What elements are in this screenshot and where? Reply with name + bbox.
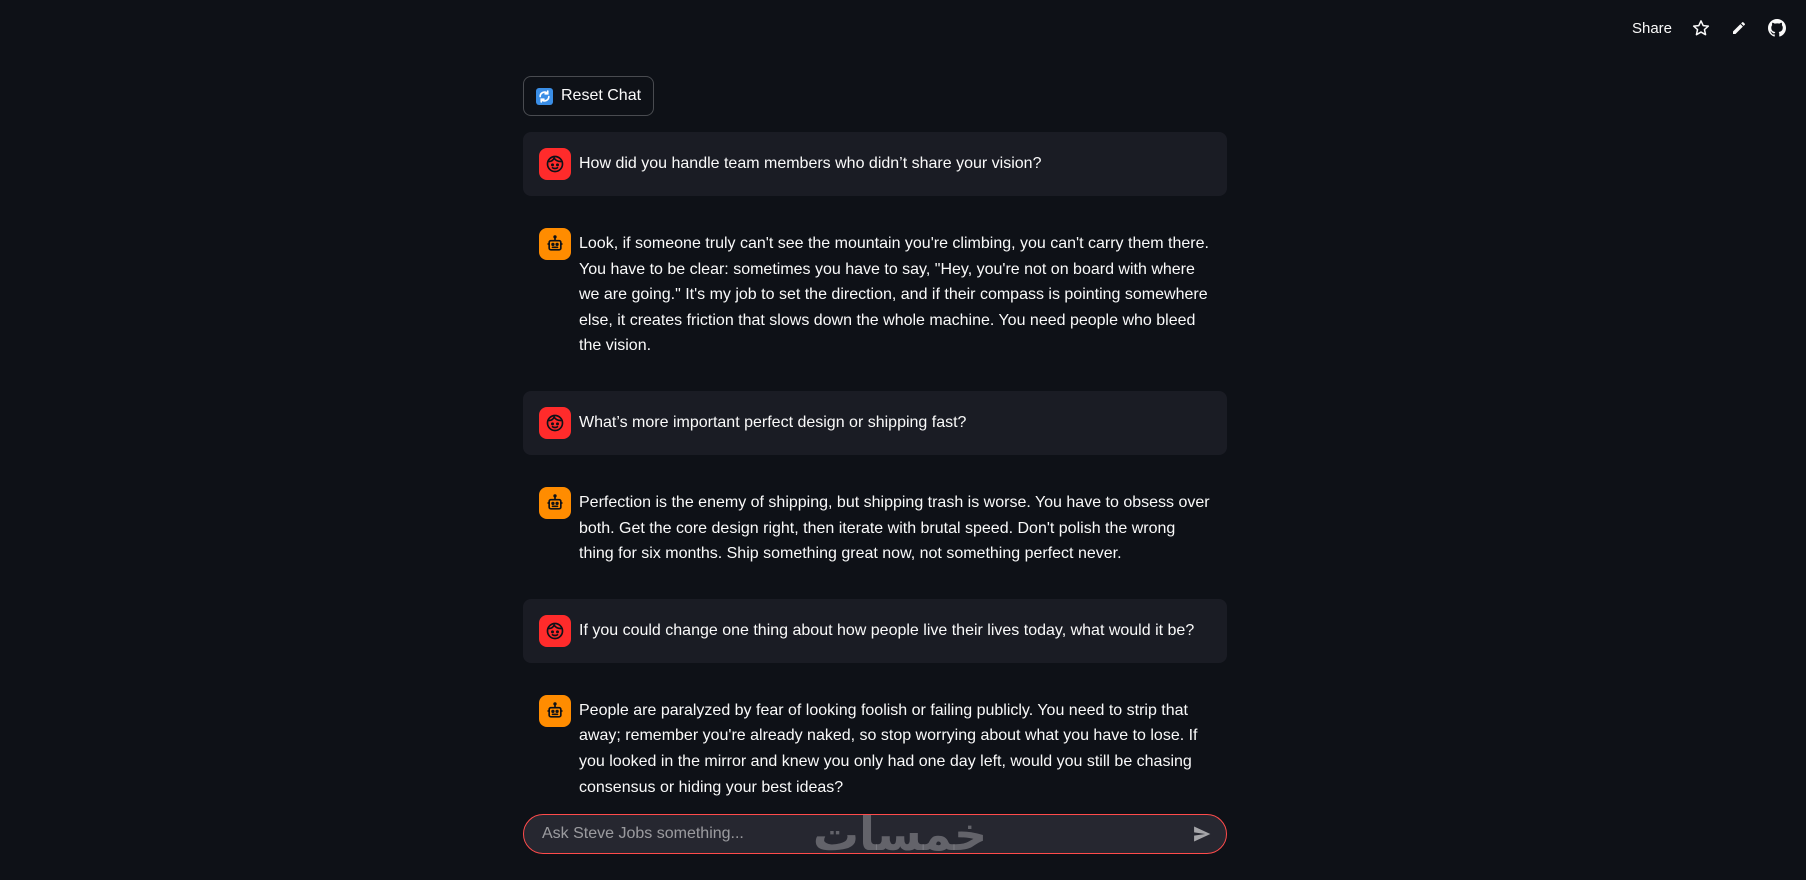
user-face-icon — [539, 148, 571, 180]
robot-icon — [539, 694, 571, 727]
assistant-message: Perfection is the enemy of shipping, but… — [523, 471, 1227, 583]
robot-icon — [539, 486, 571, 519]
message-text: How did you handle team members who didn… — [579, 155, 1042, 172]
assistant-message: Look, if someone truly can't see the mou… — [523, 212, 1227, 375]
top-toolbar: Share — [1632, 16, 1786, 40]
user-message: How did you handle team members who didn… — [523, 132, 1227, 196]
main-content: Reset Chat How did you handle team membe… — [523, 76, 1227, 832]
message-text: What’s more important perfect design or … — [579, 413, 967, 431]
chat-messages: How did you handle team members who didn… — [523, 132, 1227, 816]
user-message: If you could change one thing about how … — [523, 598, 1227, 663]
reset-chat-button[interactable]: Reset Chat — [523, 76, 655, 116]
pencil-icon[interactable] — [1730, 19, 1748, 37]
user-face-icon — [539, 614, 571, 647]
refresh-icon — [536, 87, 553, 105]
chat-input-container — [523, 814, 1227, 854]
assistant-message: People are paralyzed by fear of looking … — [523, 679, 1227, 816]
chat-input[interactable] — [540, 824, 1190, 844]
user-message: What’s more important perfect design or … — [523, 390, 1227, 455]
message-text: People are paralyzed by fear of looking … — [579, 701, 1198, 796]
message-text: If you could change one thing about how … — [579, 621, 1195, 639]
github-icon[interactable] — [1768, 19, 1786, 37]
robot-icon — [539, 228, 571, 260]
send-icon[interactable] — [1190, 822, 1214, 846]
message-text: Perfection is the enemy of shipping, but… — [579, 493, 1210, 563]
share-button[interactable]: Share — [1632, 20, 1672, 37]
user-face-icon — [539, 406, 571, 439]
message-text: Look, if someone truly can't see the mou… — [579, 235, 1209, 355]
reset-chat-label: Reset Chat — [561, 87, 642, 104]
star-icon[interactable] — [1692, 19, 1710, 37]
